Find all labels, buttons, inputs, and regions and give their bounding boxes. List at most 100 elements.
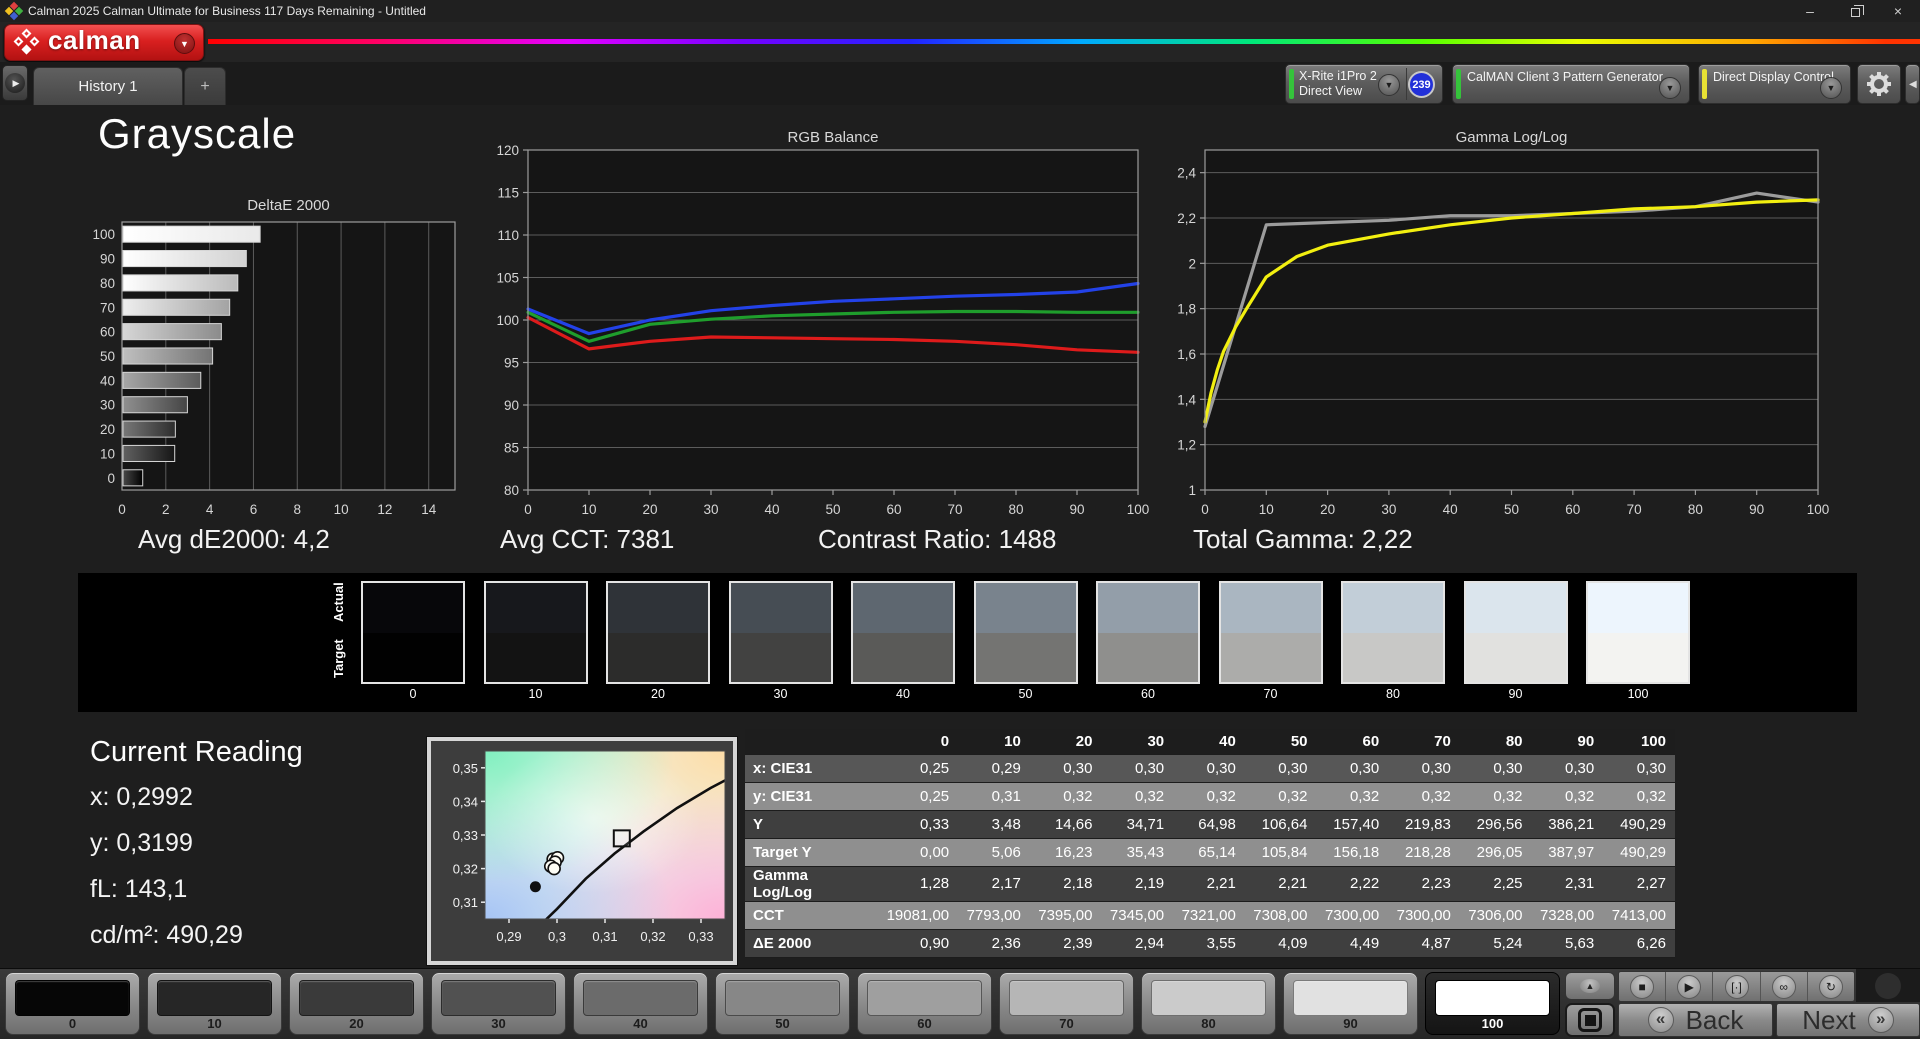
continuous-measure-button[interactable]: ∞ xyxy=(1761,972,1808,1001)
settings-button[interactable] xyxy=(1857,64,1901,104)
svg-text:1,4: 1,4 xyxy=(1177,392,1196,407)
meter-dropdown-button[interactable]: X-Rite i1Pro 2 Direct View ▼ 239 xyxy=(1285,64,1443,104)
level-button-50[interactable]: 50 xyxy=(715,972,850,1035)
deltae-2000-chart: DeltaE 2000 0 2 4 6 8 10 12 14 0 10 20 30 40 50 60 70 80 9… xyxy=(92,197,456,514)
refresh-button[interactable]: ↻ xyxy=(1808,972,1854,1001)
gamma-chart: Gamma Log/Log 1 1,2 1,4 1,6 1,8 2 2,2 2,4 0 10 20 30… xyxy=(1177,129,1829,517)
svg-text:40: 40 xyxy=(764,502,779,517)
tab-history-1[interactable]: History 1 xyxy=(33,67,183,105)
level-button-0[interactable]: 0 xyxy=(5,972,140,1035)
actual-row-label: Actual xyxy=(331,582,346,622)
svg-text:14: 14 xyxy=(421,502,437,514)
target-color xyxy=(1343,632,1443,682)
svg-text:2,2: 2,2 xyxy=(1177,211,1196,226)
level-patch xyxy=(1151,980,1266,1016)
swatch-label: 20 xyxy=(651,687,665,701)
next-button[interactable]: Next » xyxy=(1776,1003,1920,1037)
level-button-10[interactable]: 10 xyxy=(147,972,282,1035)
workflow-nav-button[interactable]: ▶ xyxy=(2,65,28,101)
add-tab-button[interactable]: + xyxy=(184,67,226,105)
pattern-window-button[interactable] xyxy=(1565,1003,1615,1037)
swatch-label: 50 xyxy=(1018,687,1033,701)
deltae-bar xyxy=(122,396,188,414)
stop-icon: ■ xyxy=(1630,974,1655,999)
chevron-down-icon: ▼ xyxy=(1820,77,1842,99)
meter-mode: Direct View xyxy=(1299,84,1362,98)
level-button-20[interactable]: 20 xyxy=(289,972,424,1035)
pattern-generator-label: CalMAN Client 3 Pattern Generator xyxy=(1467,70,1663,84)
actual-color xyxy=(1343,583,1443,633)
level-button-90[interactable]: 90 xyxy=(1283,972,1418,1035)
level-button-30[interactable]: 30 xyxy=(431,972,566,1035)
display-control-dropdown-button[interactable]: Direct Display Control ▼ xyxy=(1698,64,1851,104)
table-row: ΔE 2000 0,90 2,36 2,39 2,94 3,55 4,09 4,49 4,87 5… xyxy=(745,929,1675,958)
single-measure-button[interactable]: [·] xyxy=(1713,972,1761,1001)
play-button[interactable]: ▶ xyxy=(1666,972,1714,1001)
calman-menu-button[interactable]: calman ▼ xyxy=(4,24,204,61)
svg-text:0: 0 xyxy=(524,502,532,517)
pattern-level-bar: ▲ ■ ▶ [·] ∞ ↻ « Back Next » 0 10 20 30 40 50 60 70 8… xyxy=(0,968,1920,1039)
actual-color xyxy=(1465,583,1566,633)
stop-button[interactable]: ■ xyxy=(1619,972,1667,1001)
pattern-generator-dropdown-button[interactable]: CalMAN Client 3 Pattern Generator ▼ xyxy=(1452,64,1690,104)
gear-icon xyxy=(1867,72,1891,96)
actual-color xyxy=(730,583,831,633)
level-patch xyxy=(157,980,272,1016)
svg-text:90: 90 xyxy=(100,252,115,267)
deltae-bar xyxy=(122,444,176,462)
minimize-icon[interactable]: – xyxy=(1788,0,1832,22)
svg-text:4: 4 xyxy=(206,502,214,514)
svg-text:50: 50 xyxy=(100,349,115,364)
level-patch xyxy=(299,980,414,1016)
expand-patterns-button[interactable]: ▲ xyxy=(1565,972,1615,1000)
target-row-label: Target xyxy=(331,639,346,678)
svg-text:8: 8 xyxy=(294,502,302,514)
svg-text:120: 120 xyxy=(496,143,519,158)
svg-text:70: 70 xyxy=(947,502,962,517)
table-row: Gamma Log/Log 1,28 2,17 2,18 2,19 2,21 2,21 2,2… xyxy=(745,866,1675,902)
row-label: CCT xyxy=(745,901,877,930)
svg-text:90: 90 xyxy=(1749,502,1764,517)
restore-icon[interactable] xyxy=(1832,0,1876,22)
meter-count-badge[interactable]: 239 xyxy=(1408,71,1435,98)
reading-cdm: cd/m²: 490,29 xyxy=(90,921,243,949)
level-label: 50 xyxy=(775,1016,790,1031)
deltae-bar xyxy=(122,420,176,438)
table-row: x: CIE31 0,25 0,29 0,30 0,30 0,30 0,30 0,30 0,30… xyxy=(745,754,1675,783)
level-button-100[interactable]: 100 xyxy=(1425,972,1560,1035)
continuous-measure-icon: ∞ xyxy=(1771,974,1796,999)
level-button-40[interactable]: 40 xyxy=(573,972,708,1035)
calman-logo-text: calman xyxy=(48,25,141,55)
grayscale-swatch-strip: Actual Target 0 10 20 30 40 50 60 70 80 90 100 xyxy=(78,573,1857,712)
chevron-down-icon[interactable]: ▼ xyxy=(174,33,195,54)
level-patch xyxy=(441,980,556,1016)
level-label: 0 xyxy=(68,1016,77,1031)
refresh-icon: ↻ xyxy=(1818,974,1843,999)
level-button-70[interactable]: 70 xyxy=(999,972,1134,1035)
svg-text:1,8: 1,8 xyxy=(1177,302,1196,317)
level-button-60[interactable]: 60 xyxy=(857,972,992,1035)
calman-app-icon xyxy=(4,1,24,21)
back-button[interactable]: « Back xyxy=(1618,1003,1773,1037)
table-row: Y 0,33 3,48 14,66 34,71 64,98 106,64 157,40 219,… xyxy=(745,810,1675,839)
close-icon[interactable]: × xyxy=(1876,0,1920,22)
level-label: 60 xyxy=(917,1016,932,1031)
svg-text:2: 2 xyxy=(162,502,170,514)
svg-text:40: 40 xyxy=(100,373,115,388)
summary-stats-row: Avg dE2000: 4,2 Avg CCT: 7381 Contrast Rat… xyxy=(0,524,1920,564)
row-label: x: CIE31 xyxy=(745,754,877,783)
svg-text:60: 60 xyxy=(100,325,115,340)
row-label: ΔE 2000 xyxy=(745,929,877,958)
collapse-panel-button[interactable]: ◀ xyxy=(1905,64,1920,104)
level-button-80[interactable]: 80 xyxy=(1141,972,1276,1035)
target-color xyxy=(1588,632,1688,682)
level-patch xyxy=(725,980,840,1016)
svg-text:2,4: 2,4 xyxy=(1177,166,1196,181)
svg-text:40: 40 xyxy=(1443,502,1458,517)
display-control-label: Direct Display Control xyxy=(1713,70,1834,84)
swatch-label: 90 xyxy=(1508,687,1523,701)
swatch-label: 10 xyxy=(528,687,543,701)
svg-text:95: 95 xyxy=(504,356,519,371)
deltae-bar xyxy=(122,298,231,316)
grayscale-swatch-90 xyxy=(1463,581,1568,684)
